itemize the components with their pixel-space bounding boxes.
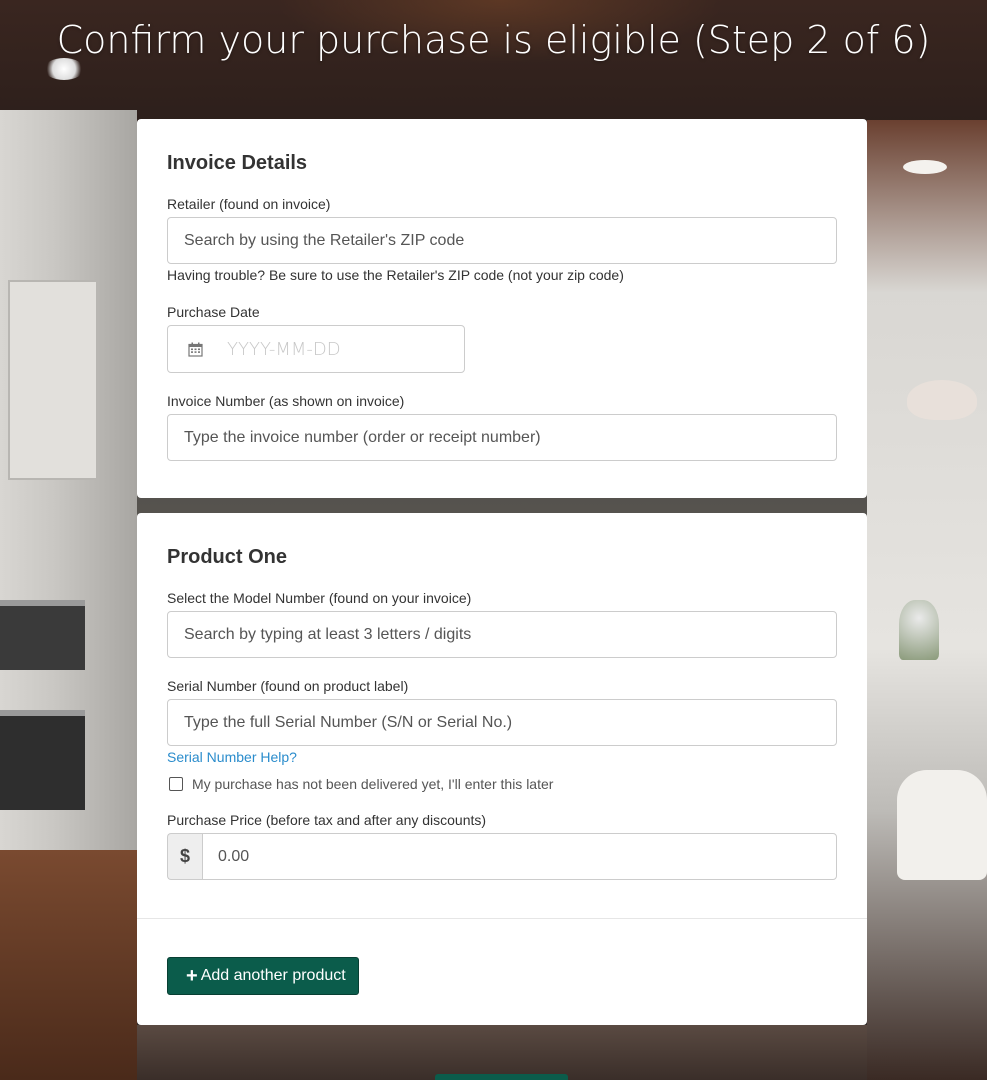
serial-number-label: Serial Number (found on product label) [167,678,409,694]
next-button-peek[interactable] [435,1074,568,1080]
serial-number-group: Serial Number (found on product label) T… [167,677,837,793]
purchase-price-input-group: $ 0.00 [167,833,837,880]
not-delivered-label: My purchase has not been delivered yet, … [192,776,554,792]
invoice-number-placeholder: Type the invoice number (order or receip… [184,428,541,446]
retailer-label: Retailer (found on invoice) [167,196,331,212]
product-section-title: Product One [167,546,288,568]
invoice-number-group: Invoice Number (as shown on invoice) Typ… [167,392,837,461]
background-kitchen-left [0,110,137,1080]
background-kitchen-right [867,120,987,1080]
model-number-input[interactable]: Search by typing at least 3 letters / di… [167,611,837,658]
product-one-card: Product One Select the Model Number (fou… [137,513,867,1025]
retailer-input[interactable]: Search by using the Retailer's ZIP code [167,217,837,264]
serial-number-help-link[interactable]: Serial Number Help? [167,748,297,766]
serial-number-placeholder: Type the full Serial Number (S/N or Seri… [184,713,513,731]
purchase-price-group: Purchase Price (before tax and after any… [167,811,837,880]
not-delivered-checkbox[interactable] [169,777,183,791]
page-title: Confirm your purchase is eligible (Step … [56,18,931,62]
background-floor [137,1025,867,1080]
model-number-group: Select the Model Number (found on your i… [167,589,837,658]
purchase-price-input[interactable]: 0.00 [202,833,837,880]
purchase-date-group: Purchase Date YYYY-MM-DD [167,303,837,373]
add-another-product-button[interactable]: + Add another product [167,957,359,995]
purchase-price-label: Purchase Price (before tax and after any… [167,812,487,828]
purchase-date-input[interactable]: YYYY-MM-DD [167,325,465,373]
card-divider [137,918,867,919]
invoice-details-card: Invoice Details Retailer (found on invoi… [137,119,867,498]
serial-number-input[interactable]: Type the full Serial Number (S/N or Seri… [167,699,837,746]
invoice-section-title: Invoice Details [167,152,308,174]
retailer-group: Retailer (found on invoice) Search by us… [167,195,837,284]
model-number-placeholder: Search by typing at least 3 letters / di… [184,625,472,643]
purchase-price-placeholder: 0.00 [218,847,250,865]
calendar-icon[interactable] [188,342,203,357]
model-number-label: Select the Model Number (found on your i… [167,590,472,606]
retailer-placeholder: Search by using the Retailer's ZIP code [184,231,465,249]
plus-icon: + [186,965,198,987]
retailer-help-text: Having trouble? Be sure to use the Retai… [167,267,624,283]
not-delivered-row[interactable]: My purchase has not been delivered yet, … [167,775,837,793]
dollar-sign-addon: $ [167,833,202,880]
purchase-date-label: Purchase Date [167,304,260,320]
invoice-number-label: Invoice Number (as shown on invoice) [167,393,405,409]
add-another-product-label: Add another product [200,967,346,984]
purchase-date-placeholder: YYYY-MM-DD [227,338,341,360]
invoice-number-input[interactable]: Type the invoice number (order or receip… [167,414,837,461]
